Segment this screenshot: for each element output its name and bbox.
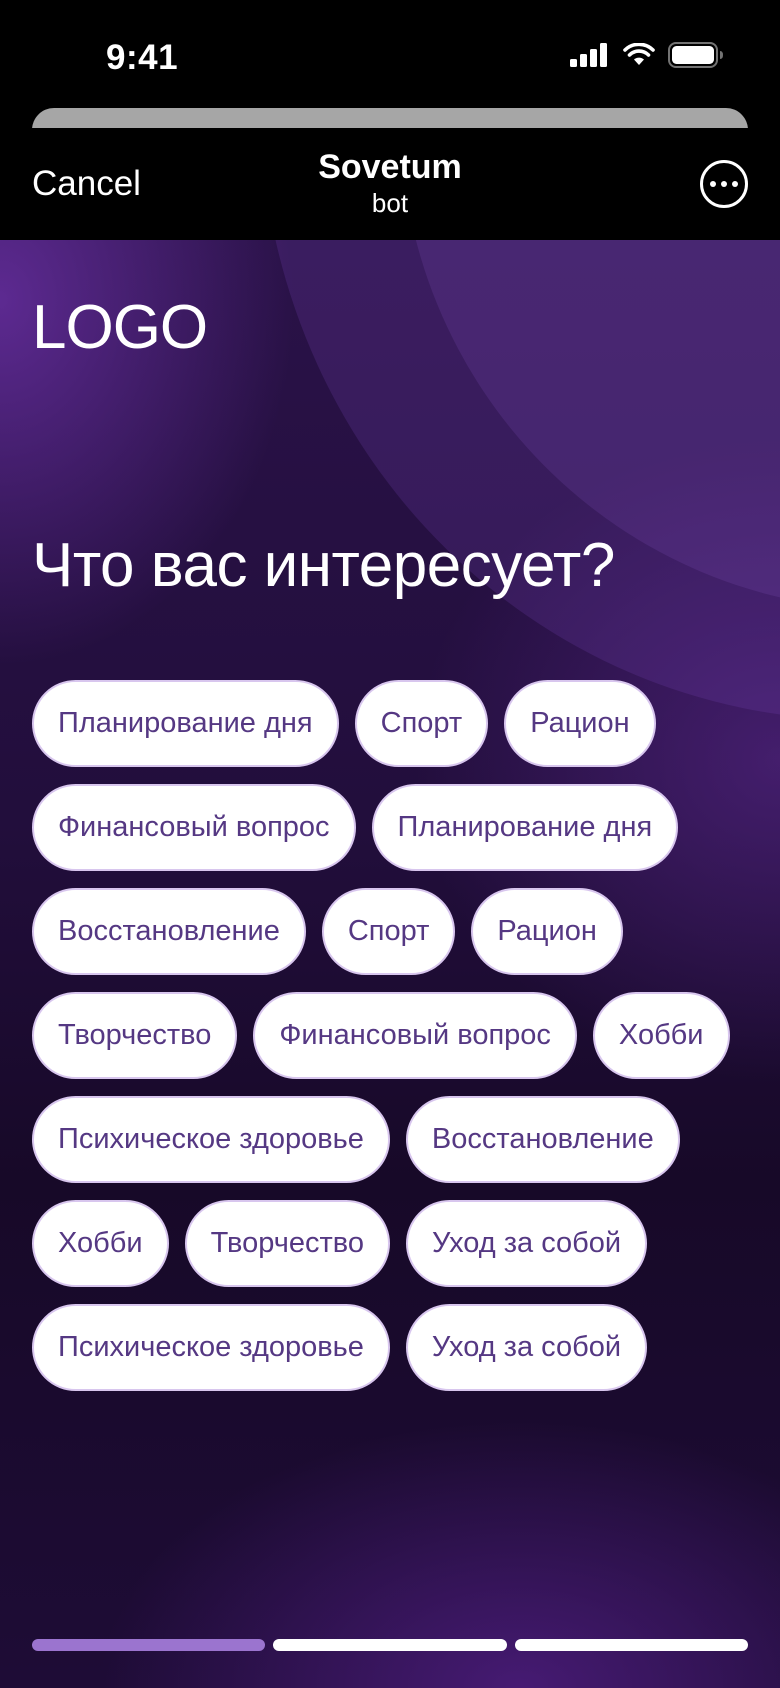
chip-row: Психическое здоровье Восстановление <box>32 1096 752 1183</box>
interest-chip[interactable]: Спорт <box>354 680 489 767</box>
status-icons <box>570 42 724 68</box>
interest-chip[interactable]: Восстановление <box>405 1096 680 1183</box>
interest-chip[interactable]: Психическое здоровье <box>32 1096 390 1183</box>
nav-bar: Cancel Sovetum bot <box>0 128 780 240</box>
interest-chip[interactable]: Психическое здоровье <box>32 1304 390 1391</box>
progress-segment <box>273 1639 507 1651</box>
interest-chip[interactable]: Финансовый вопрос <box>32 784 356 871</box>
bot-subtitle: bot <box>371 188 409 218</box>
interest-chip[interactable]: Планирование дня <box>32 680 339 767</box>
chip-row: Хобби Творчество Уход за собой <box>32 1200 752 1287</box>
interest-chip[interactable]: Планирование дня <box>371 784 679 871</box>
chip-row: Творчество Финансовый вопрос Хобби <box>32 992 752 1079</box>
status-time: 9:41 <box>106 38 179 77</box>
logo: LOGO <box>32 293 208 362</box>
interest-chip[interactable]: Рацион <box>471 888 623 975</box>
cellular-signal-icon <box>570 43 607 67</box>
interest-chip[interactable]: Хобби <box>32 1200 169 1287</box>
interest-chips: Планирование дня Спорт Рацион Финансовый… <box>32 680 752 1408</box>
interest-chip[interactable]: Финансовый вопрос <box>253 992 577 1079</box>
interest-chip[interactable]: Рацион <box>504 680 656 767</box>
interest-chip[interactable]: Творчество <box>184 1200 390 1287</box>
interest-chip[interactable]: Уход за собой <box>405 1200 648 1287</box>
step-progress <box>32 1639 748 1651</box>
progress-segment <box>514 1639 748 1651</box>
battery-icon <box>668 42 723 68</box>
interest-chip[interactable]: Восстановление <box>32 888 306 975</box>
chip-row: Психическое здоровье Уход за собой <box>32 1304 752 1391</box>
interest-chip[interactable]: Творчество <box>32 992 238 1079</box>
main-content: LOGO Что вас интересует? Планирование дн… <box>0 240 780 1688</box>
progress-segment <box>32 1639 266 1651</box>
status-bar: 9:41 <box>0 0 780 108</box>
more-icon[interactable] <box>700 160 748 208</box>
interest-chip[interactable]: Хобби <box>592 992 730 1079</box>
chip-row: Планирование дня Спорт Рацион <box>32 680 752 767</box>
page-title: Что вас интересует? <box>32 531 615 600</box>
interest-chip[interactable]: Уход за собой <box>405 1304 648 1391</box>
chip-row: Финансовый вопрос Планирование дня <box>32 784 752 871</box>
interest-chip[interactable]: Спорт <box>321 888 456 975</box>
bot-title: Sovetum <box>318 148 462 186</box>
chip-row: Восстановление Спорт Рацион <box>32 888 752 975</box>
wifi-icon <box>623 43 655 65</box>
